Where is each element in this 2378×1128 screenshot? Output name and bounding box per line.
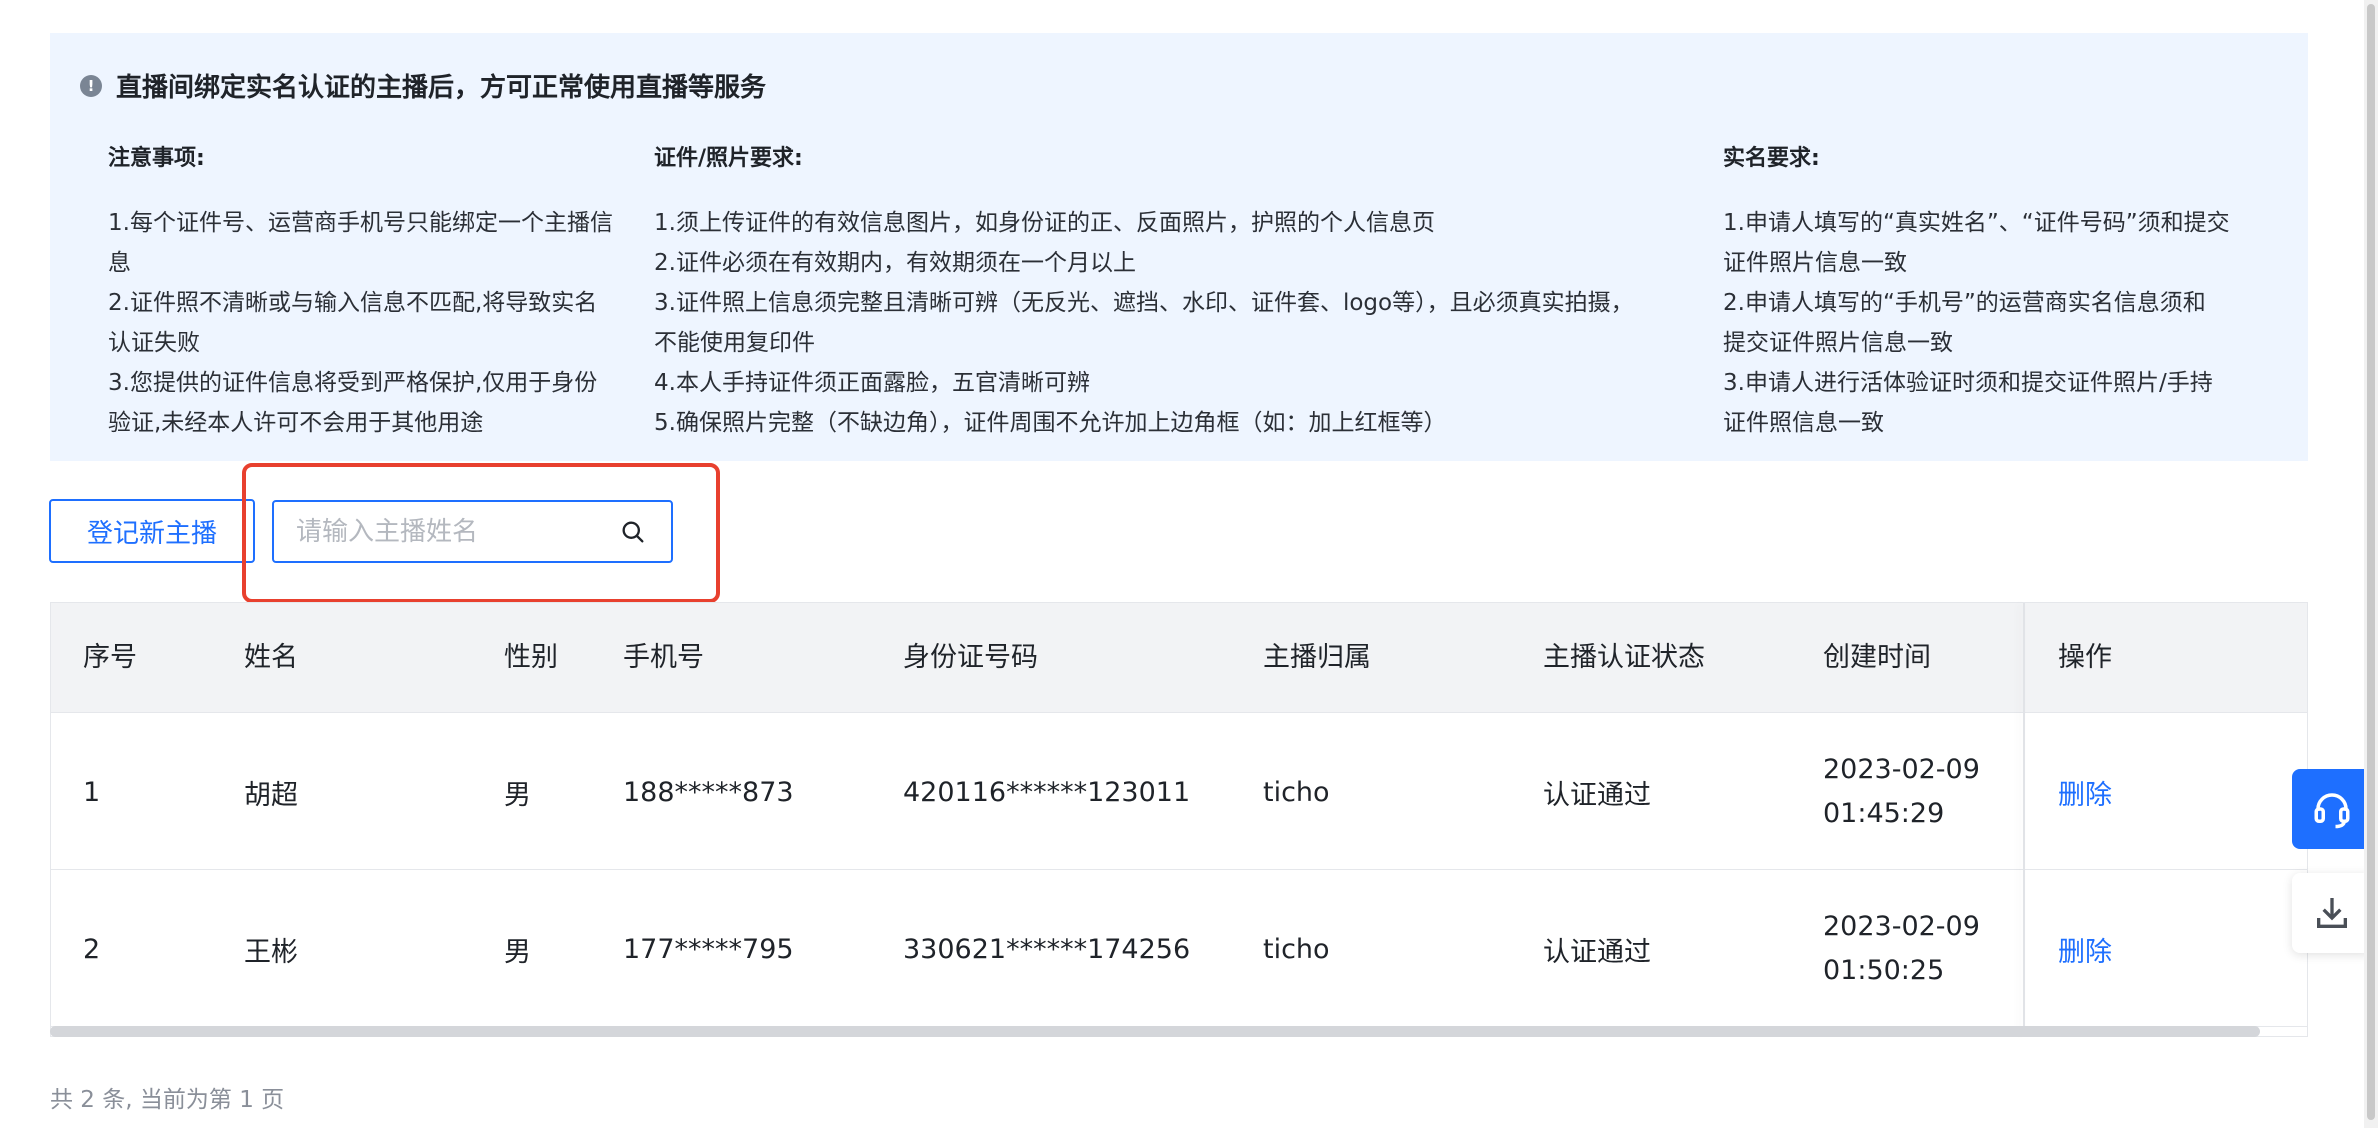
cell-created-time: 2023-02-09 01:45:29	[1823, 714, 1980, 870]
notice-line: 不能使用复印件	[654, 330, 815, 356]
column-header-name: 姓名	[244, 642, 298, 673]
notice-line: 验证,未经本人许可不会用于其他用途	[108, 410, 484, 436]
cell-owner: ticho	[1263, 776, 1330, 808]
notice-column-notes: 注意事项: 1.每个证件号、运营商手机号只能绑定一个主播信 息 2.证件照不清晰…	[108, 139, 648, 443]
created-date: 2023-02-09	[1823, 754, 1980, 785]
notice-column-heading: 实名要求:	[1723, 146, 1820, 171]
notice-line: 5.确保照片完整（不缺边角），证件周围不允许加上边角框（如：加上红框等）	[654, 410, 1447, 436]
column-header-status: 主播认证状态	[1543, 642, 1705, 673]
notice-line: 息	[108, 250, 131, 276]
notice-line: 2.证件照不清晰或与输入信息不匹配,将导致实名	[108, 290, 598, 316]
customer-support-button[interactable]	[2292, 769, 2372, 849]
notice-column-realname-requirements: 实名要求: 1.申请人填写的“真实姓名”、“证件号码”须和提交 证件照片信息一致…	[1723, 139, 2263, 443]
download-icon	[2317, 898, 2347, 928]
info-icon: !	[80, 74, 102, 97]
cell-gender: 男	[504, 779, 531, 811]
cell-id-number: 330621******174256	[903, 933, 1191, 965]
column-header-gender: 性别	[504, 642, 558, 673]
table-row: 1 胡超 男 188*****873 420116******123011 ti…	[51, 714, 2307, 870]
notice-line: 4.本人手持证件须正面露脸，五官清晰可辨	[654, 370, 1090, 396]
notice-line: 1.申请人填写的“真实姓名”、“证件号码”须和提交	[1723, 210, 2230, 236]
created-clock: 01:45:29	[1823, 798, 1945, 829]
cell-status: 认证通过	[1543, 779, 1651, 811]
notice-line: 2.申请人填写的“手机号”的运营商实名信息须和	[1723, 290, 2206, 316]
cell-phone: 188*****873	[623, 776, 794, 808]
notice-column-heading: 证件/照片要求:	[654, 146, 803, 171]
notice-line: 3.您提供的证件信息将受到严格保护,仅用于身份	[108, 370, 598, 396]
column-header-index: 序号	[83, 642, 137, 673]
table-horizontal-scrollbar[interactable]	[50, 1026, 2260, 1037]
search-input[interactable]	[296, 516, 596, 547]
notice-panel: ! 直播间绑定实名认证的主播后，方可正常使用直播等服务 注意事项: 1.每个证件…	[50, 33, 2308, 461]
column-header-id-number: 身份证号码	[903, 642, 1038, 673]
search-icon[interactable]	[619, 518, 647, 546]
cell-index: 2	[83, 933, 101, 965]
page-scrollbar-thumb[interactable]	[2367, 4, 2375, 1120]
created-clock: 01:50:25	[1823, 955, 1945, 986]
notice-line: 3.申请人进行活体验证时须和提交证件照片/手持	[1723, 370, 2213, 396]
anchor-table: 序号 姓名 性别 手机号 身份证号码 主播归属 主播认证状态 创建时间 操作 1…	[50, 602, 2308, 1037]
cell-status: 认证通过	[1543, 936, 1651, 968]
cell-id-number: 420116******123011	[903, 776, 1191, 808]
notice-line: 证件照信息一致	[1723, 410, 1884, 436]
notice-column-photo-requirements: 证件/照片要求: 1.须上传证件的有效信息图片，如身份证的正、反面照片，护照的个…	[654, 139, 1734, 443]
column-header-phone: 手机号	[623, 642, 704, 673]
headset-icon	[2314, 793, 2350, 829]
notice-line: 证件照片信息一致	[1723, 250, 1907, 276]
notice-line: 3.证件照上信息须完整且清晰可辨（无反光、遮挡、水印、证件套、logo等），且必…	[654, 290, 1634, 316]
column-header-actions: 操作	[2058, 642, 2112, 673]
notice-title: 直播间绑定实名认证的主播后，方可正常使用直播等服务	[116, 73, 767, 103]
notice-line: 2.证件必须在有效期内，有效期须在一个月以上	[654, 250, 1136, 276]
cell-index: 1	[83, 776, 101, 808]
pagination-summary: 共 2 条, 当前为第 1 页	[50, 1087, 285, 1113]
column-header-owner: 主播归属	[1263, 642, 1371, 673]
notice-line: 1.须上传证件的有效信息图片，如身份证的正、反面照片，护照的个人信息页	[654, 210, 1435, 236]
download-button[interactable]	[2292, 873, 2372, 953]
cell-actions: 删除	[2058, 714, 2112, 870]
notice-line: 认证失败	[108, 330, 200, 356]
created-date: 2023-02-09	[1823, 911, 1980, 942]
register-anchor-button[interactable]: 登记新主播	[49, 499, 255, 563]
page-vertical-scrollbar[interactable]	[2364, 0, 2378, 1128]
notice-header: ! 直播间绑定实名认证的主播后，方可正常使用直播等服务	[80, 67, 766, 104]
search-field[interactable]	[272, 500, 673, 563]
cell-name: 王彬	[244, 936, 298, 968]
fixed-column-divider	[2023, 603, 2025, 1036]
delete-link[interactable]: 删除	[2058, 773, 2112, 812]
cell-gender: 男	[504, 936, 531, 968]
cell-name: 胡超	[244, 779, 298, 811]
notice-column-heading: 注意事项:	[108, 146, 205, 171]
table-row: 2 王彬 男 177*****795 330621******174256 ti…	[51, 871, 2307, 1027]
cell-created-time: 2023-02-09 01:50:25	[1823, 871, 1980, 1027]
delete-link[interactable]: 删除	[2058, 930, 2112, 969]
cell-owner: ticho	[1263, 933, 1330, 965]
cell-actions: 删除	[2058, 871, 2112, 1027]
cell-phone: 177*****795	[623, 933, 794, 965]
notice-line: 1.每个证件号、运营商手机号只能绑定一个主播信	[108, 210, 613, 236]
table-header: 序号 姓名 性别 手机号 身份证号码 主播归属 主播认证状态 创建时间 操作	[51, 603, 2307, 713]
column-header-created-time: 创建时间	[1823, 642, 1931, 673]
notice-line: 提交证件照片信息一致	[1723, 330, 1953, 356]
